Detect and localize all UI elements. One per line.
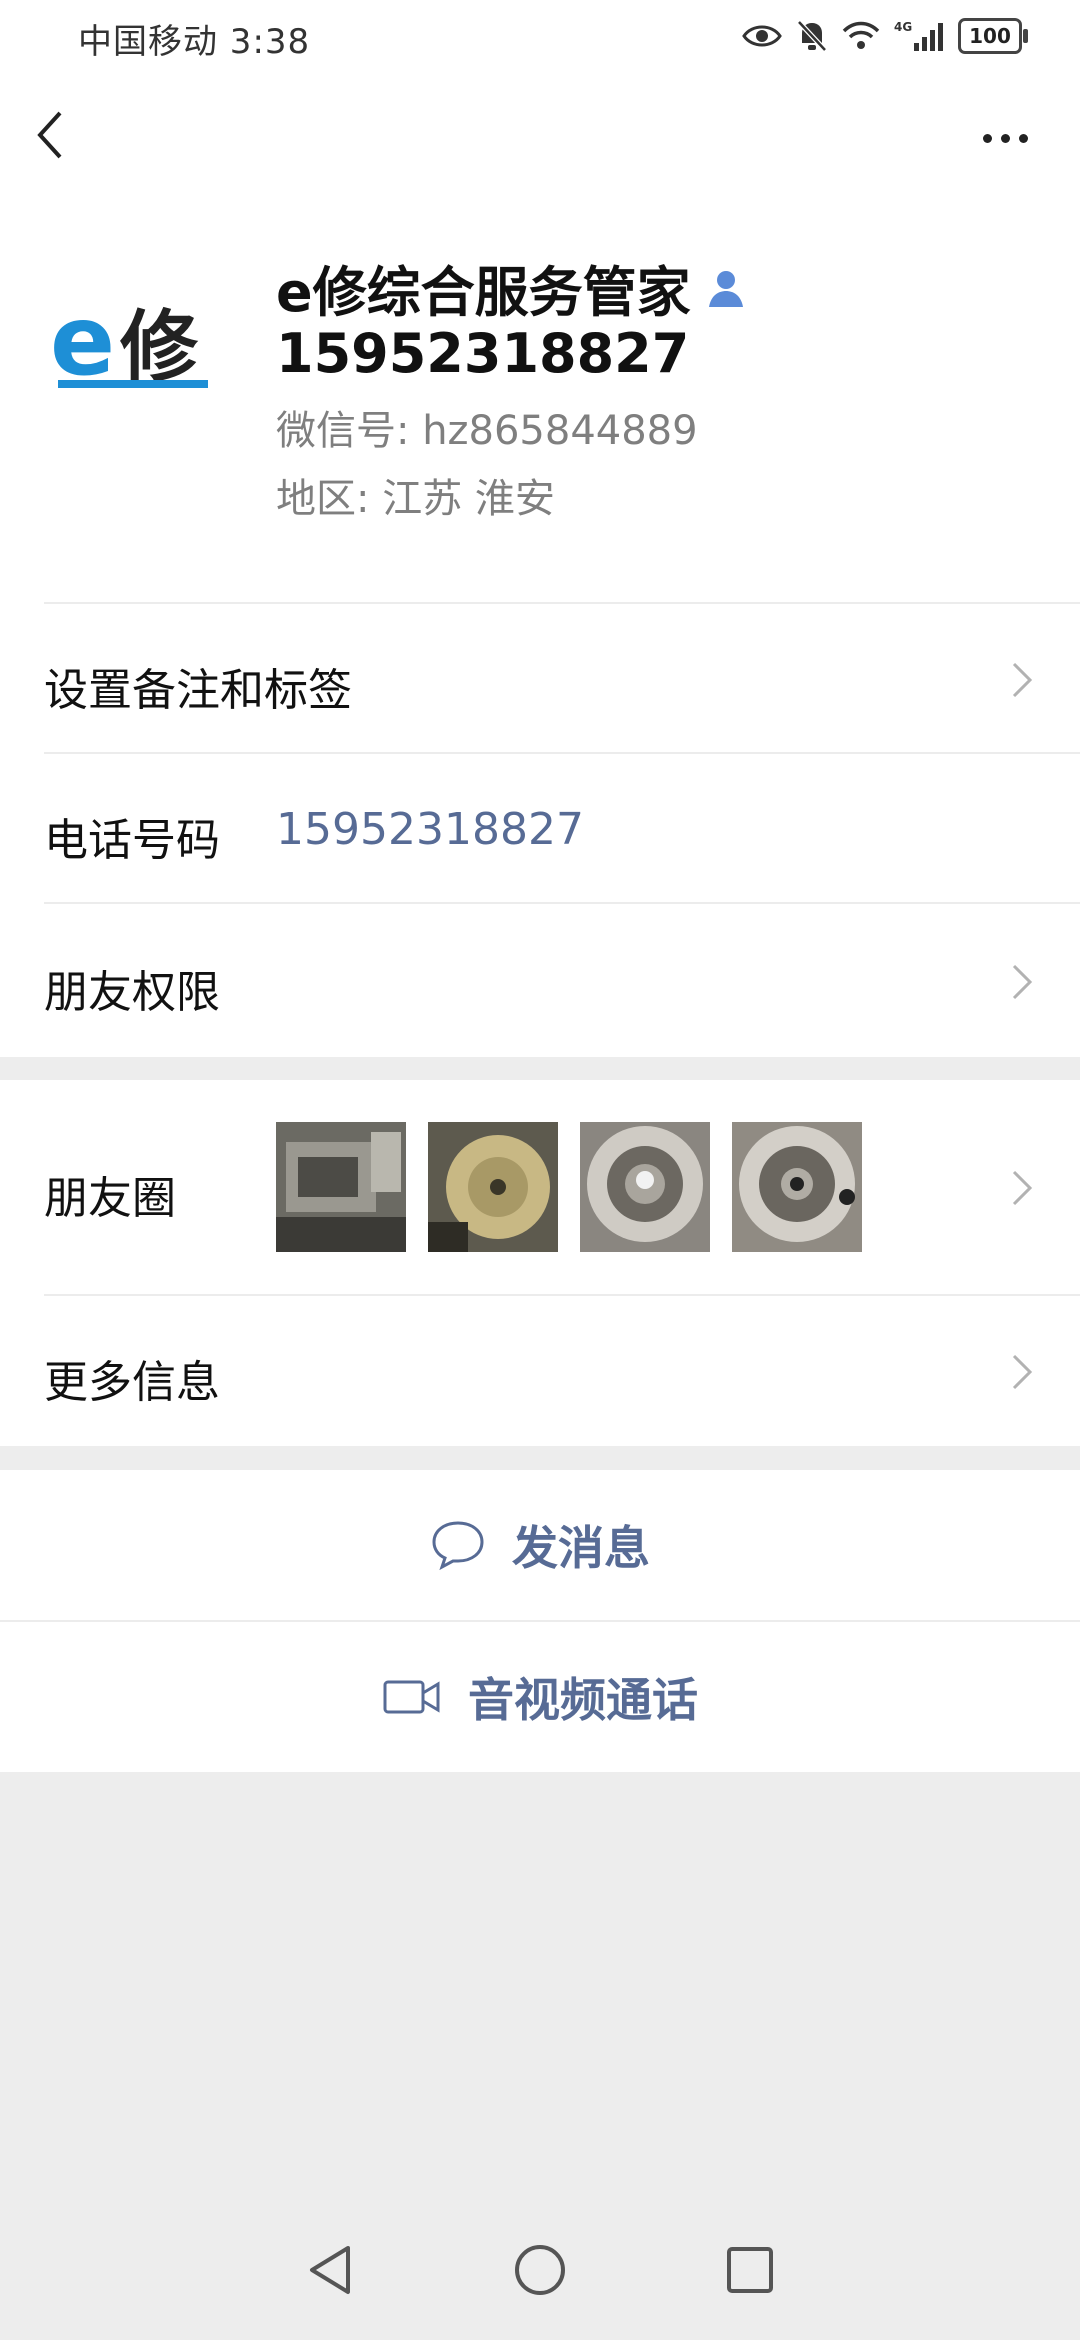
- wechat-id: 微信号: hz865844889: [276, 408, 698, 454]
- back-button[interactable]: [30, 105, 90, 175]
- battery-icon: 100: [958, 18, 1028, 54]
- contact-name-line2: 15952318827: [276, 322, 690, 385]
- region: 地区: 江苏 淮安: [276, 476, 555, 522]
- moments-thumbnail: [276, 1122, 406, 1252]
- remark-tags-label: 设置备注和标签: [44, 665, 352, 716]
- svg-text:修: 修: [120, 302, 199, 393]
- system-nav-bar: [0, 2200, 1080, 2340]
- contact-name: e修综合服务管家: [276, 261, 691, 324]
- avatar[interactable]: e 修: [44, 262, 214, 418]
- nav-back-icon[interactable]: [300, 2240, 360, 2300]
- status-carrier-time: 中国移动 3:38: [78, 22, 311, 62]
- moments-thumbnail: [428, 1122, 558, 1252]
- 4g-signal-icon: 4G: [894, 20, 943, 51]
- chevron-right-icon: [1012, 1170, 1033, 1206]
- person-badge-icon: [708, 270, 743, 307]
- more-button[interactable]: [970, 118, 1040, 158]
- more-info-row[interactable]: 更多信息: [0, 1296, 1080, 1446]
- chat-bubble-icon: [432, 1521, 484, 1571]
- chevron-right-icon: [1012, 662, 1033, 698]
- send-message-button[interactable]: 发消息: [0, 1470, 1080, 1620]
- remark-tags-row[interactable]: 设置备注和标签: [0, 604, 1080, 754]
- back-arrow-icon: [37, 111, 62, 159]
- contact-name-row: e修综合服务管家: [276, 248, 747, 327]
- moments-row[interactable]: 朋友圈: [0, 1080, 1080, 1296]
- phone-row: 电话号码 15952318827: [0, 754, 1080, 904]
- svg-text:4G: 4G: [894, 20, 912, 34]
- nav-recents-icon[interactable]: [720, 2240, 780, 2300]
- status-icons: 4G 100: [742, 16, 1028, 56]
- chevron-right-icon: [1012, 964, 1033, 1000]
- video-camera-icon: [383, 1680, 440, 1714]
- friend-permissions-label: 朋友权限: [44, 967, 220, 1018]
- friend-permissions-row[interactable]: 朋友权限: [0, 904, 1080, 1056]
- moments-label: 朋友圈: [44, 1173, 176, 1224]
- bell-off-icon: [797, 20, 827, 52]
- video-call-button[interactable]: 音视频通话: [0, 1622, 1080, 1772]
- nav-home-icon[interactable]: [510, 2240, 570, 2300]
- more-info-label: 更多信息: [44, 1357, 220, 1408]
- more-dots-icon: [982, 133, 992, 143]
- chevron-right-icon: [1012, 1354, 1033, 1390]
- send-message-label: 发消息: [512, 1521, 650, 1575]
- eye-icon: [742, 25, 782, 47]
- phone-number-link[interactable]: 15952318827: [276, 804, 584, 855]
- moments-thumbnail: [732, 1122, 862, 1252]
- wifi-icon: [842, 21, 880, 49]
- moments-thumbnail: [580, 1122, 710, 1252]
- phone-label: 电话号码: [44, 815, 220, 866]
- video-call-label: 音视频通话: [468, 1673, 698, 1727]
